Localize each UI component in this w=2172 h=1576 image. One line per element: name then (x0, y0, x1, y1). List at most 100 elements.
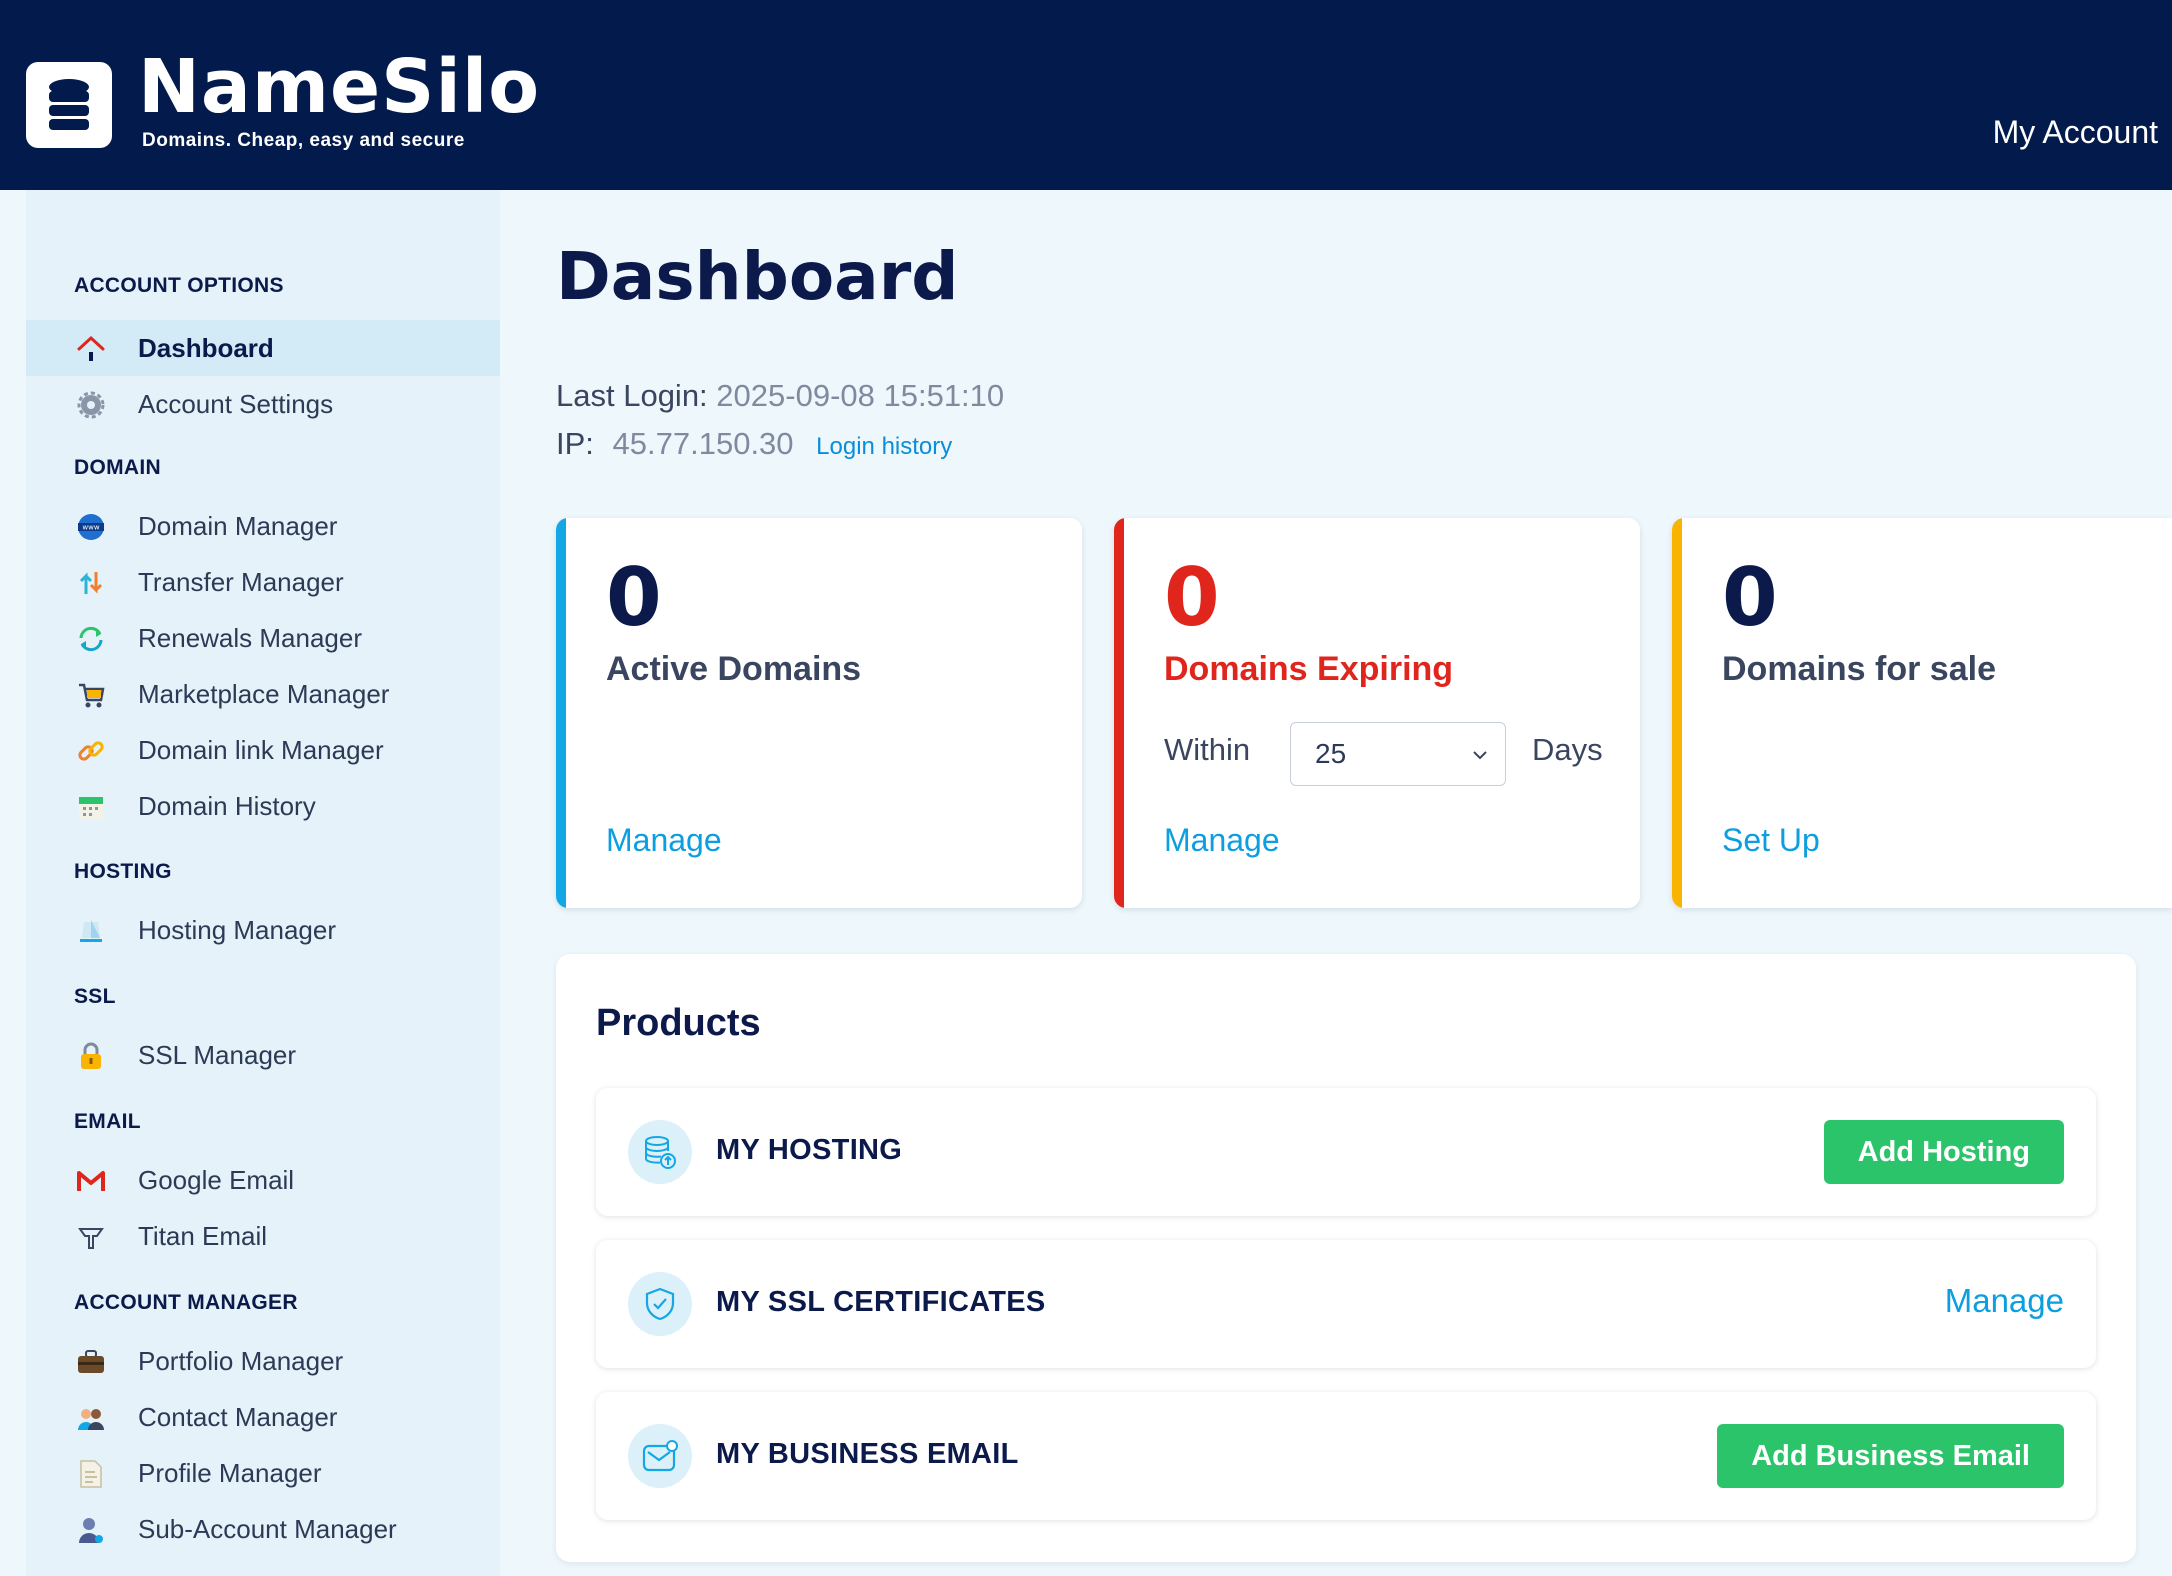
section-account-options: ACCOUNT OPTIONS (74, 274, 284, 297)
sidebar-item-label: Titan Email (138, 1220, 268, 1251)
sidebar-item-ssl-manager[interactable]: SSL Manager (26, 1027, 500, 1083)
add-hosting-button[interactable]: Add Hosting (1823, 1120, 2064, 1184)
sidebar-item-label: Renewals Manager (138, 622, 363, 653)
gear-icon (76, 390, 106, 420)
domains-for-sale-label: Domains for sale (1722, 650, 1996, 688)
svg-text:www: www (82, 524, 99, 532)
sidebar-item-domain-link-manager[interactable]: Domain link Manager (26, 722, 500, 778)
domains-expiring-label: Domains Expiring (1164, 650, 1454, 688)
sidebar-item-titan-email[interactable]: Titan Email (26, 1208, 500, 1264)
sidebar-item-label: Account Settings (138, 388, 334, 419)
last-login-row: Last Login: 2025-09-08 15:51:10 (556, 378, 1004, 414)
cloud-server-icon (76, 916, 106, 946)
product-title: MY HOSTING (716, 1134, 903, 1166)
document-icon (76, 1459, 106, 1489)
product-title: MY BUSINESS EMAIL (716, 1438, 1019, 1470)
sidebar-item-label: Sub-Account Manager (138, 1513, 397, 1544)
days-label: Days (1532, 732, 1603, 767)
sidebar-item-label: Dashboard (138, 332, 274, 363)
ip-value: 45.77.150.30 (612, 426, 794, 461)
product-title: MY SSL CERTIFICATES (716, 1286, 1046, 1318)
domains-expiring-count: 0 (1164, 551, 1220, 644)
sidebar-item-label: Transfer Manager (138, 566, 344, 597)
sidebar-item-label: Hosting Manager (138, 914, 336, 945)
calendar-icon (76, 792, 106, 822)
card-accent-bar (1672, 518, 1682, 908)
expiring-days-select[interactable]: 25 (1290, 722, 1506, 786)
ssl-manage-link[interactable]: Manage (1945, 1282, 2064, 1320)
within-label: Within (1164, 732, 1251, 767)
ip-label: IP: (556, 426, 594, 461)
section-email: EMAIL (74, 1110, 141, 1133)
active-domains-count: 0 (606, 551, 662, 644)
active-domains-manage-link[interactable]: Manage (606, 822, 722, 859)
brand-tagline: Domains. Cheap, easy and secure (142, 130, 465, 151)
sidebar-item-label: Domain link Manager (138, 734, 384, 765)
database-logo-icon (49, 79, 89, 130)
sidebar-item-label: SSL Manager (138, 1039, 297, 1070)
sidebar-item-account-settings[interactable]: Account Settings (26, 376, 500, 432)
titan-icon (76, 1222, 106, 1252)
products-title: Products (596, 1002, 761, 1044)
expiring-days-value: 25 (1315, 738, 1347, 769)
ip-row: IP: 45.77.150.30 Login history (556, 426, 952, 462)
add-business-email-button[interactable]: Add Business Email (1717, 1424, 2064, 1488)
sidebar-item-google-email[interactable]: Google Email (26, 1152, 500, 1208)
domains-for-sale-setup-link[interactable]: Set Up (1722, 822, 1820, 859)
last-login-value: 2025-09-08 15:51:10 (716, 378, 1005, 413)
home-icon (76, 334, 106, 364)
sidebar-item-domain-manager[interactable]: www Domain Manager (26, 498, 500, 554)
lock-icon (76, 1041, 106, 1071)
sidebar-item-label: Profile Manager (138, 1457, 322, 1488)
section-account-manager: ACCOUNT MANAGER (74, 1291, 298, 1314)
sidebar-item-label: Domain Manager (138, 510, 338, 541)
sidebar-item-label: Portfolio Manager (138, 1345, 344, 1376)
login-history-link[interactable]: Login history (816, 433, 952, 460)
domains-for-sale-count: 0 (1722, 551, 1778, 644)
contacts-icon (76, 1403, 106, 1433)
database-upload-icon (628, 1120, 692, 1184)
domains-for-sale-card: 0 Domains for sale Set Up (1672, 518, 2172, 908)
gmail-icon (76, 1166, 106, 1196)
sidebar-item-label: Marketplace Manager (138, 678, 390, 709)
chevron-down-icon (1469, 741, 1491, 773)
logo[interactable] (26, 62, 112, 148)
domains-expiring-manage-link[interactable]: Manage (1164, 822, 1280, 859)
my-account-link[interactable]: My Account (1993, 114, 2158, 151)
www-globe-icon: www (76, 512, 106, 542)
renew-arrows-icon (76, 624, 106, 654)
sidebar-item-domain-history[interactable]: Domain History (26, 778, 500, 834)
last-login-label: Last Login: (556, 378, 708, 413)
link-icon (76, 736, 106, 766)
sidebar-item-label: Google Email (138, 1164, 295, 1195)
sidebar-item-dashboard[interactable]: Dashboard (26, 320, 500, 376)
page-title: Dashboard (556, 238, 959, 315)
product-row-ssl: MY SSL CERTIFICATES Manage (596, 1240, 2096, 1368)
sidebar-item-label: Domain History (138, 790, 316, 821)
brand-name: NameSilo (138, 44, 541, 130)
transfer-arrows-icon (76, 568, 106, 598)
sidebar-item-transfer-manager[interactable]: Transfer Manager (26, 554, 500, 610)
active-domains-card: 0 Active Domains Manage (556, 518, 1082, 908)
sidebar-item-label: Contact Manager (138, 1401, 338, 1432)
sidebar-item-marketplace-manager[interactable]: Marketplace Manager (26, 666, 500, 722)
card-accent-bar (556, 518, 566, 908)
product-row-hosting: MY HOSTING Add Hosting (596, 1088, 2096, 1216)
mail-notification-icon (628, 1424, 692, 1488)
briefcase-icon (76, 1347, 106, 1377)
sidebar-item-profile-manager[interactable]: Profile Manager (26, 1445, 500, 1501)
sidebar-item-contact-manager[interactable]: Contact Manager (26, 1389, 500, 1445)
active-domains-label: Active Domains (606, 650, 862, 688)
sidebar-item-sub-account-manager[interactable]: Sub-Account Manager (26, 1501, 500, 1557)
shopping-cart-icon (76, 680, 106, 710)
products-panel: Products MY HOSTING Add Hosting MY SSL C… (556, 954, 2136, 1562)
sidebar-item-renewals-manager[interactable]: Renewals Manager (26, 610, 500, 666)
user-icon (76, 1515, 106, 1545)
top-header: NameSilo Domains. Cheap, easy and secure… (0, 0, 2172, 190)
sidebar-item-portfolio-manager[interactable]: Portfolio Manager (26, 1333, 500, 1389)
section-domain: DOMAIN (74, 456, 161, 479)
card-accent-bar (1114, 518, 1124, 908)
section-hosting: HOSTING (74, 860, 172, 883)
sidebar-item-hosting-manager[interactable]: Hosting Manager (26, 902, 500, 958)
sidebar: ACCOUNT OPTIONS Dashboard Account Settin… (26, 190, 500, 1576)
